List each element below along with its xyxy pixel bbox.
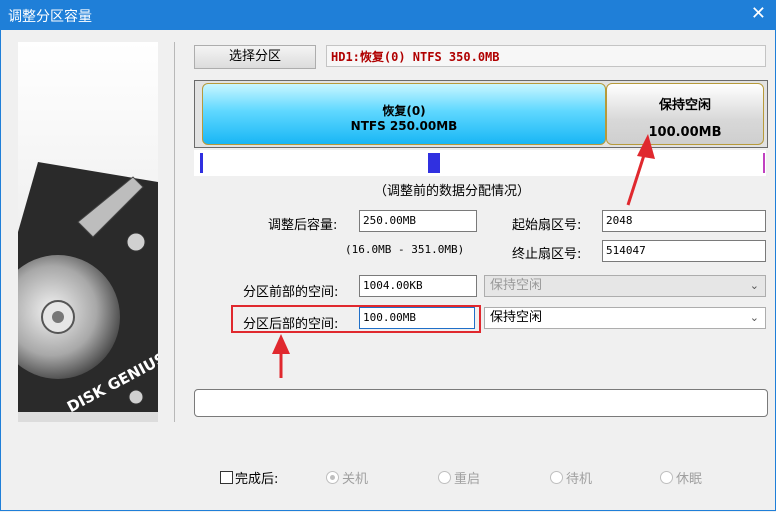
- radio-dot-icon: [438, 471, 451, 484]
- chevron-down-icon: ⌄: [749, 279, 759, 292]
- progress-bar: [194, 389, 768, 417]
- disk-illustration: DISK GENIUS: [18, 42, 158, 422]
- after-space-input[interactable]: 100.00MB: [359, 307, 475, 329]
- radio-label: 休眠: [676, 472, 703, 487]
- radio-label: 重启: [454, 472, 481, 487]
- after-complete-option[interactable]: 完成后:: [220, 468, 278, 487]
- before-space-label: 分区前部的空间:: [243, 285, 339, 300]
- radio-standby[interactable]: 待机: [550, 468, 592, 487]
- before-space-action-value: 保持空闲: [490, 278, 543, 293]
- radio-dot-icon: [550, 471, 563, 484]
- free-space-size: 100.00MB: [648, 125, 722, 140]
- free-space-block[interactable]: 保持空闲 100.00MB: [606, 83, 764, 145]
- end-sector-label: 终止扇区号:: [512, 247, 582, 262]
- distribution-marker-data: [428, 153, 440, 173]
- partition-info: HD1:恢复(0) NTFS 350.0MB: [326, 45, 766, 67]
- radio-label: 关机: [342, 472, 369, 487]
- vertical-divider: [174, 42, 175, 422]
- size-range-hint: (16.0MB - 351.0MB): [345, 243, 465, 256]
- window-title: 调整分区容量: [8, 9, 92, 25]
- start-sector-label: 起始扇区号:: [512, 218, 582, 233]
- radio-hibernate[interactable]: 休眠: [660, 468, 702, 487]
- new-size-label: 调整后容量:: [268, 218, 338, 233]
- partition-name: 恢复(0): [382, 104, 426, 118]
- after-complete-label: 完成后:: [235, 472, 279, 487]
- data-distribution-bar: [194, 150, 766, 176]
- before-space-action-select[interactable]: 保持空闲 ⌄: [484, 275, 766, 297]
- distribution-marker-start: [200, 153, 203, 173]
- after-space-action-value: 保持空闲: [490, 310, 543, 325]
- free-space-label: 保持空闲: [658, 98, 711, 113]
- partition-block[interactable]: 恢复(0) NTFS 250.00MB: [202, 83, 606, 145]
- map-caption: （调整前的数据分配情况）: [374, 184, 531, 199]
- start-sector-input[interactable]: 2048: [602, 210, 766, 232]
- radio-dot-icon: [660, 471, 673, 484]
- radio-shutdown[interactable]: 关机: [326, 468, 368, 487]
- radio-restart[interactable]: 重启: [438, 468, 480, 487]
- close-icon[interactable]: ✕: [751, 3, 766, 24]
- before-space-input[interactable]: 1004.00KB: [359, 275, 477, 297]
- after-space-action-select[interactable]: 保持空闲 ⌄: [484, 307, 766, 329]
- partition-detail: NTFS 250.00MB: [350, 119, 458, 133]
- radio-label: 待机: [566, 472, 593, 487]
- distribution-marker-end: [763, 153, 765, 173]
- select-partition-button[interactable]: 选择分区: [194, 45, 316, 69]
- checkbox-icon[interactable]: [220, 471, 233, 484]
- radio-dot-icon: [326, 471, 339, 484]
- title-bar: 调整分区容量 ✕: [0, 0, 776, 30]
- chevron-down-icon: ⌄: [749, 311, 759, 324]
- new-size-input[interactable]: 250.00MB: [359, 210, 477, 232]
- partition-map: 恢复(0) NTFS 250.00MB 保持空闲 100.00MB: [194, 80, 768, 148]
- after-space-label: 分区后部的空间:: [243, 317, 339, 332]
- end-sector-input[interactable]: 514047: [602, 240, 766, 262]
